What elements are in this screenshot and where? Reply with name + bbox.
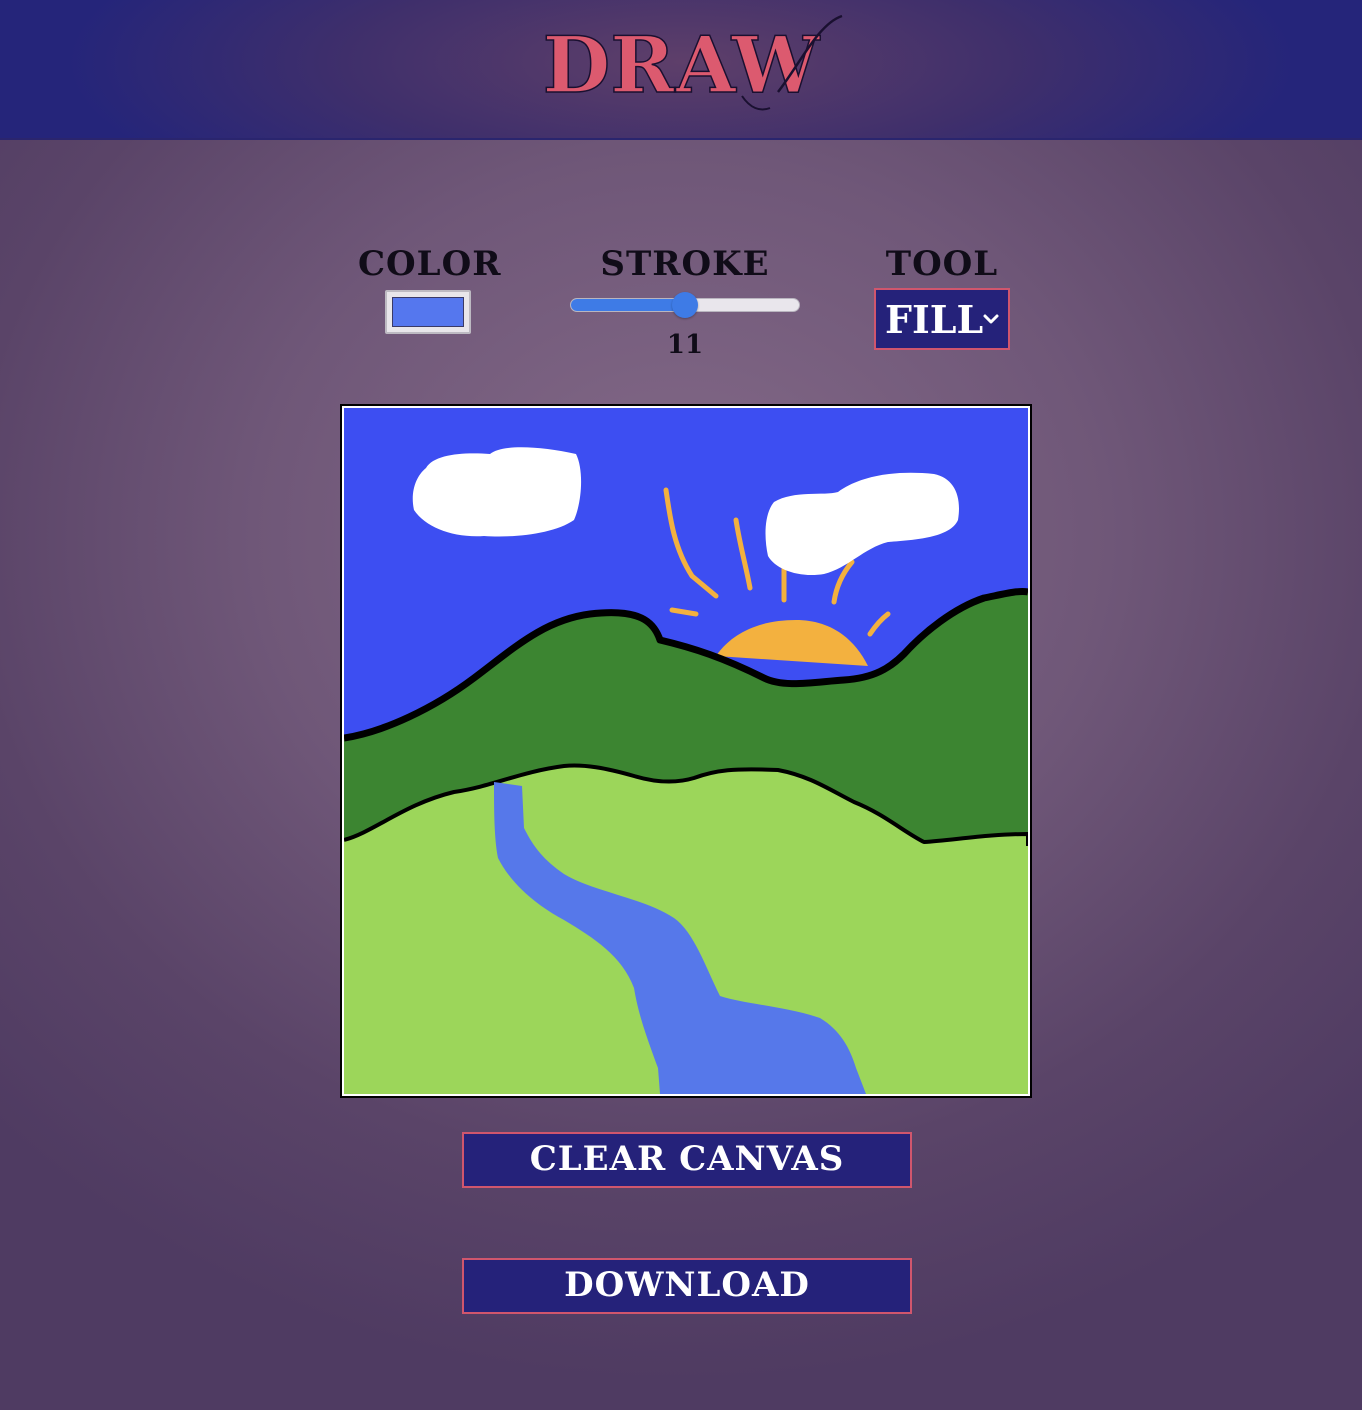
stroke-slider-fill (571, 299, 685, 311)
color-picker[interactable] (385, 290, 471, 334)
app-logo: DRAW (542, 14, 843, 112)
chevron-down-icon (983, 314, 999, 324)
drawing-canvas[interactable] (340, 404, 1032, 1098)
stroke-label: STROKE (600, 244, 770, 284)
cloud-left (412, 447, 582, 537)
stroke-slider-thumb[interactable] (672, 292, 698, 318)
stroke-value: 11 (666, 330, 704, 360)
canvas-drawing (344, 408, 1028, 1094)
color-label: COLOR (358, 244, 502, 284)
clear-canvas-button[interactable]: CLEAR CANVAS (462, 1132, 912, 1188)
tool-label: TOOL (885, 244, 999, 284)
tool-select[interactable]: FILL (874, 288, 1010, 350)
stroke-slider[interactable] (570, 292, 800, 318)
header-bar: DRAW (0, 0, 1362, 140)
app-title: DRAW (543, 20, 821, 111)
tool-select-value: FILL (885, 297, 984, 342)
download-button[interactable]: DOWNLOAD (462, 1258, 912, 1314)
color-picker-swatch (392, 297, 464, 327)
